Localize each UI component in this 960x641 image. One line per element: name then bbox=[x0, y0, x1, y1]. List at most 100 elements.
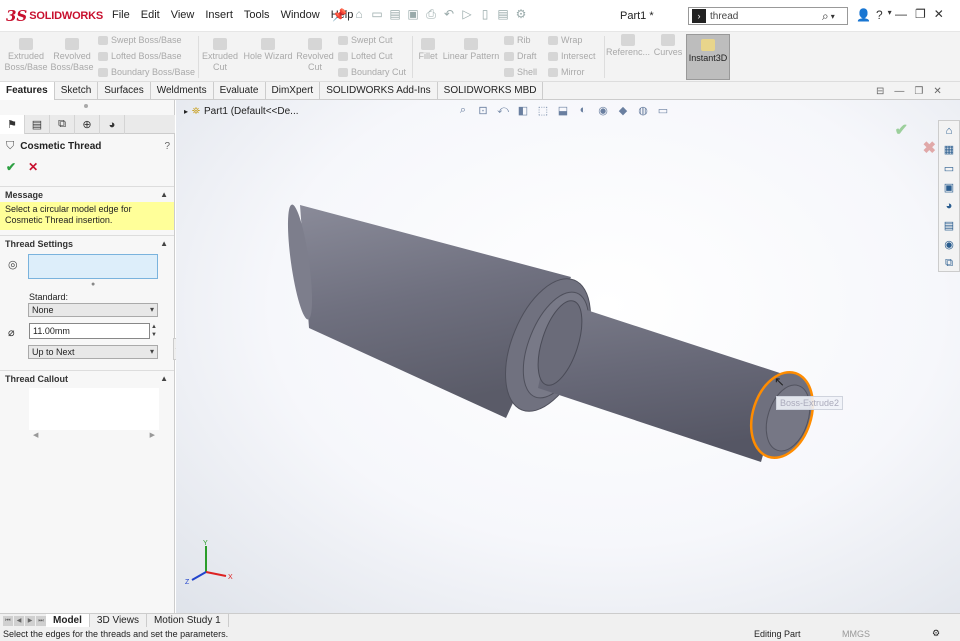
collapse-icon[interactable]: ▲ bbox=[160, 374, 168, 383]
tab-mbd[interactable]: SOLIDWORKS MBD bbox=[438, 82, 544, 100]
rebuild-icon[interactable]: ▯ bbox=[478, 7, 492, 22]
help-icon[interactable]: ? bbox=[164, 141, 170, 152]
message-section-header[interactable]: Message ▲ bbox=[0, 186, 174, 202]
instant3d-button[interactable]: Instant3D bbox=[686, 34, 730, 80]
tab-addins[interactable]: SOLIDWORKS Add-Ins bbox=[320, 82, 438, 100]
tab-features[interactable]: Features bbox=[0, 82, 55, 100]
tab-weldments[interactable]: Weldments bbox=[151, 82, 214, 100]
ok-button[interactable]: ✔ bbox=[6, 160, 16, 174]
tab-dimxpert[interactable]: DimXpert bbox=[266, 82, 321, 100]
undo-icon[interactable]: ↶ bbox=[442, 7, 456, 22]
search-input[interactable] bbox=[710, 10, 820, 22]
solidworks-logo[interactable]: 3S SOLIDWORKS bbox=[6, 4, 103, 28]
home-icon[interactable]: ⌂ bbox=[352, 7, 366, 22]
configuration-manager-tab-icon[interactable]: ⧉ bbox=[50, 115, 75, 134]
collapse-icon[interactable]: ▲ bbox=[160, 239, 168, 248]
design-library-icon[interactable]: ▦ bbox=[941, 142, 957, 158]
hole-wizard-button[interactable]: Hole Wizard bbox=[242, 38, 294, 62]
revolved-cut-button[interactable]: Revolved Cut bbox=[296, 38, 334, 73]
chevron-down-icon[interactable]: ▾ bbox=[831, 12, 835, 21]
appearances-icon[interactable]: ◕ bbox=[941, 199, 957, 215]
menu-file[interactable]: File bbox=[112, 9, 130, 21]
revolved-boss-button[interactable]: Revolved Boss/Base bbox=[50, 38, 94, 73]
collaboration-icon[interactable]: ⧉ bbox=[941, 255, 957, 271]
lofted-cut-button[interactable]: Lofted Cut bbox=[338, 51, 393, 61]
pin-menu-icon[interactable]: 📌 bbox=[332, 8, 347, 22]
thread-settings-header[interactable]: Thread Settings ▲ bbox=[0, 235, 174, 251]
help-icon[interactable]: ? bbox=[876, 8, 883, 22]
solidworks-forum-icon[interactable]: ◉ bbox=[941, 236, 957, 252]
custom-properties-icon[interactable]: ▤ bbox=[941, 217, 957, 233]
diameter-field[interactable]: 11.00mm bbox=[29, 323, 150, 339]
resize-grip-icon[interactable]: ● bbox=[91, 281, 95, 288]
view-palette-icon[interactable]: ▣ bbox=[941, 180, 957, 196]
prev-tab-icon[interactable]: ◀ bbox=[14, 615, 24, 626]
extruded-boss-button[interactable]: Extruded Boss/Base bbox=[4, 38, 48, 73]
collapse-icon[interactable]: ▲ bbox=[160, 190, 168, 199]
scroll-right-icon[interactable]: ▶ bbox=[150, 431, 155, 441]
options-gear-icon[interactable]: ⚙ bbox=[514, 7, 528, 22]
command-search[interactable]: › ⌕ ▾ bbox=[688, 7, 848, 25]
part-model[interactable] bbox=[176, 100, 960, 613]
rib-button[interactable]: Rib bbox=[504, 35, 531, 45]
scroll-left-icon[interactable]: ◀ bbox=[33, 431, 38, 441]
menu-tools[interactable]: Tools bbox=[244, 9, 270, 21]
tab-surfaces[interactable]: Surfaces bbox=[98, 82, 151, 100]
horizontal-scrollbar[interactable]: ◀ ▶ bbox=[29, 431, 159, 441]
minimize-icon[interactable]: — bbox=[894, 86, 904, 97]
tab-motion-study[interactable]: Motion Study 1 bbox=[147, 613, 229, 628]
graphics-area[interactable]: ▸ ⛯ Part1 (Default<<De... ⌕ ⊡ ⤺ ◧ ⬚ ⬓ ◐ … bbox=[176, 100, 960, 613]
menu-edit[interactable]: Edit bbox=[141, 9, 160, 21]
reference-geometry-button[interactable]: Referenc... bbox=[606, 34, 650, 58]
swept-boss-button[interactable]: Swept Boss/Base bbox=[98, 35, 182, 45]
curves-button[interactable]: Curves bbox=[652, 34, 684, 58]
customize-icon[interactable]: ⚙ bbox=[932, 628, 940, 639]
unit-system[interactable]: MMGS bbox=[842, 629, 870, 639]
swept-cut-button[interactable]: Swept Cut bbox=[338, 35, 393, 45]
first-tab-icon[interactable]: ⏮ bbox=[3, 615, 13, 626]
chevron-down-icon[interactable]: ▾ bbox=[888, 8, 892, 22]
new-document-icon[interactable]: ▭ bbox=[370, 7, 384, 22]
fillet-button[interactable]: Fillet bbox=[414, 38, 442, 62]
print-icon[interactable]: ⎙ bbox=[424, 7, 438, 22]
extruded-cut-button[interactable]: Extruded Cut bbox=[200, 38, 240, 73]
dimxpert-manager-tab-icon[interactable]: ⊕ bbox=[75, 115, 100, 134]
restore-icon[interactable]: ❐ bbox=[915, 7, 926, 21]
tab-sketch[interactable]: Sketch bbox=[55, 82, 99, 100]
open-icon[interactable]: ▤ bbox=[388, 7, 402, 22]
save-icon[interactable]: ▣ bbox=[406, 7, 420, 22]
select-icon[interactable]: ▷ bbox=[460, 7, 474, 22]
shell-button[interactable]: Shell bbox=[504, 67, 537, 77]
thread-callout-header[interactable]: Thread Callout ▲ bbox=[0, 370, 174, 386]
file-properties-icon[interactable]: ▤ bbox=[496, 7, 510, 22]
menu-window[interactable]: Window bbox=[281, 9, 320, 21]
property-manager-tab-icon[interactable]: ▤ bbox=[25, 115, 50, 134]
edge-selection-box[interactable] bbox=[28, 254, 158, 279]
tab-evaluate[interactable]: Evaluate bbox=[214, 82, 266, 100]
panel-grip[interactable] bbox=[84, 104, 88, 108]
menu-insert[interactable]: Insert bbox=[205, 9, 233, 21]
intersect-button[interactable]: Intersect bbox=[548, 51, 596, 61]
expand-icon[interactable]: ⊟ bbox=[876, 86, 884, 97]
lofted-boss-button[interactable]: Lofted Boss/Base bbox=[98, 51, 182, 61]
solidworks-resources-icon[interactable]: ⌂ bbox=[941, 123, 957, 139]
boundary-cut-button[interactable]: Boundary Cut bbox=[338, 67, 406, 77]
display-manager-tab-icon[interactable]: ◕ bbox=[100, 115, 125, 134]
cancel-button[interactable]: ✕ bbox=[28, 160, 38, 174]
tab-3d-views[interactable]: 3D Views bbox=[90, 613, 147, 628]
wrap-button[interactable]: Wrap bbox=[548, 35, 582, 45]
thread-callout-box[interactable] bbox=[29, 388, 159, 430]
file-explorer-icon[interactable]: ▭ bbox=[941, 161, 957, 177]
search-icon[interactable]: ⌕ bbox=[822, 9, 829, 24]
tab-model[interactable]: Model bbox=[46, 613, 90, 628]
boundary-boss-button[interactable]: Boundary Boss/Base bbox=[98, 67, 195, 77]
next-tab-icon[interactable]: ▶ bbox=[25, 615, 35, 626]
close-icon[interactable]: ✕ bbox=[934, 7, 944, 21]
draft-button[interactable]: Draft bbox=[504, 51, 537, 61]
mirror-button[interactable]: Mirror bbox=[548, 67, 585, 77]
standard-dropdown[interactable]: None ▾ bbox=[28, 303, 158, 317]
last-tab-icon[interactable]: ⏭ bbox=[36, 615, 46, 626]
feature-manager-tab-icon[interactable]: ⚑ bbox=[0, 115, 25, 134]
close-icon[interactable]: ✕ bbox=[933, 86, 941, 97]
restore-icon[interactable]: ❐ bbox=[914, 86, 923, 97]
